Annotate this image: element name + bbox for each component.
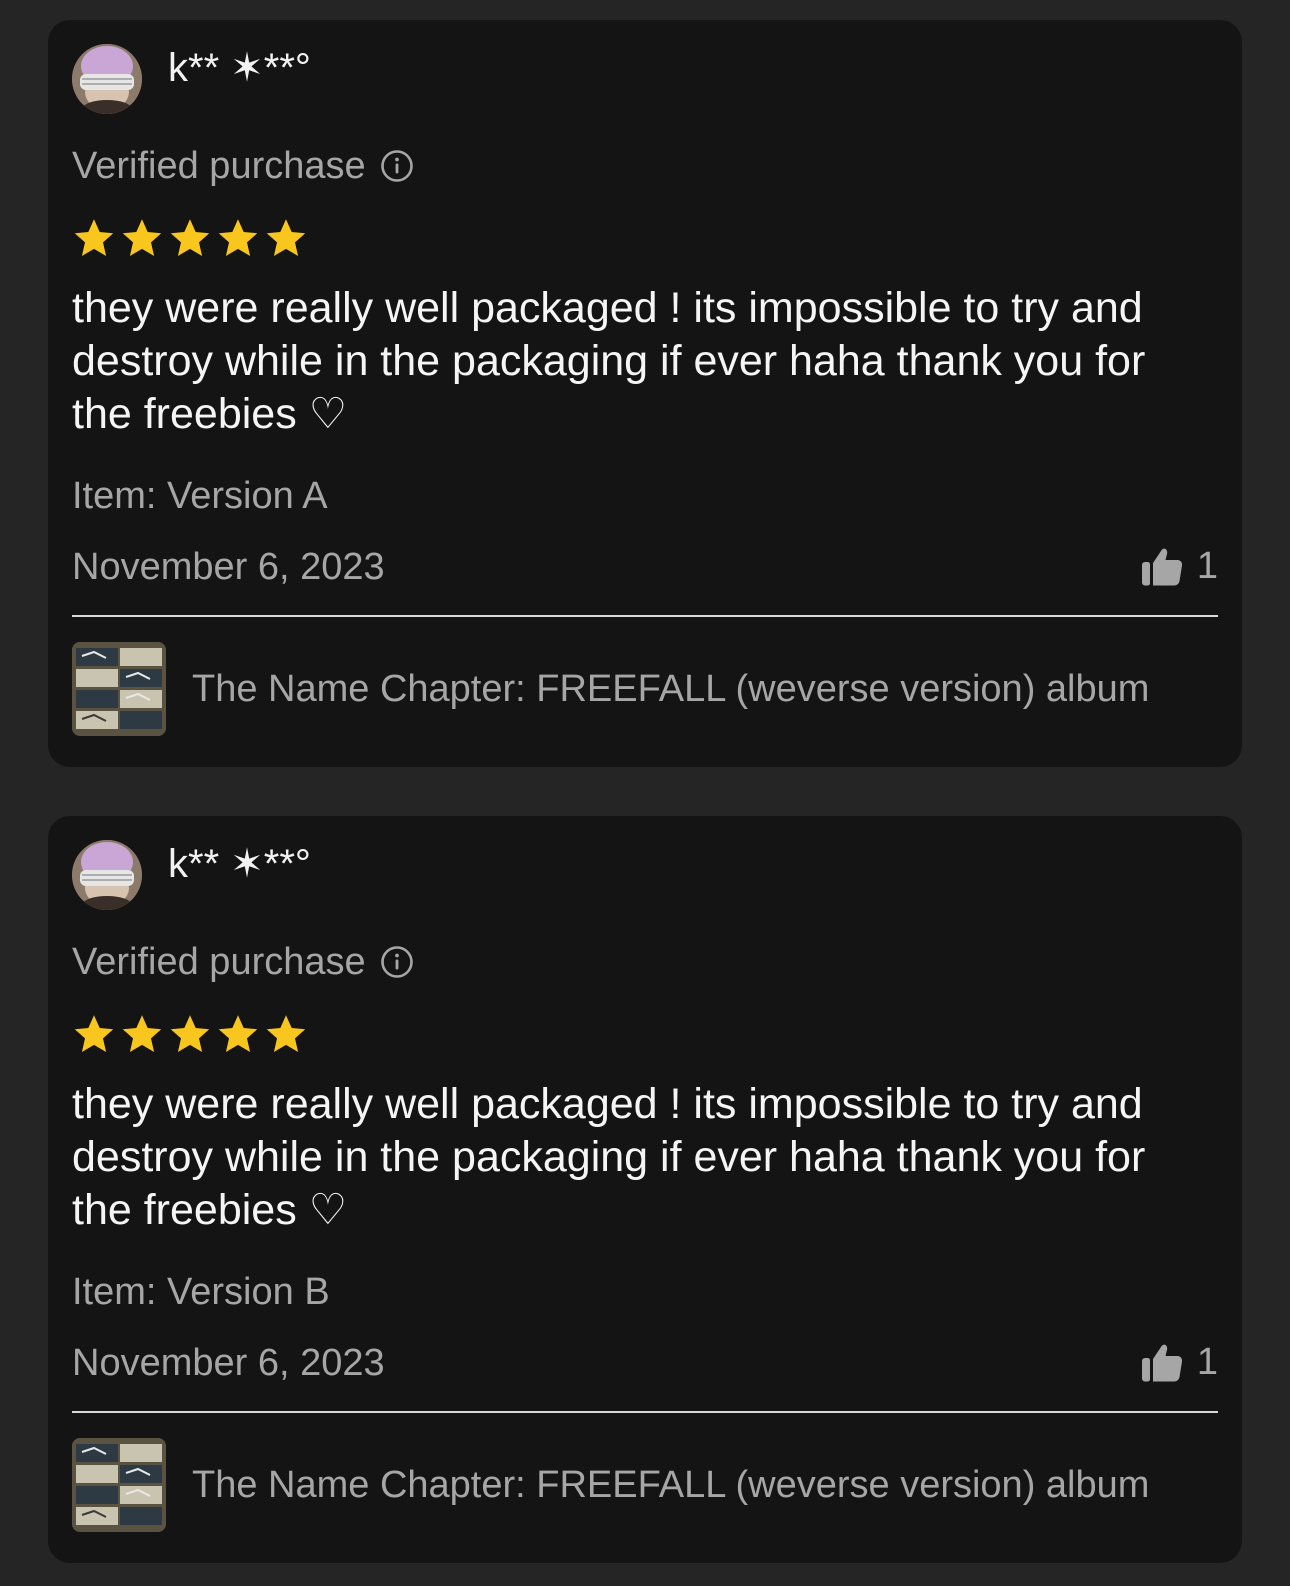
info-circle-icon[interactable] (380, 149, 414, 183)
review-card: k** ✶**° Verified purchase they were rea… (48, 816, 1242, 1563)
review-date: November 6, 2023 (72, 546, 385, 588)
verified-purchase-label: Verified purchase (72, 941, 366, 983)
star-icon (74, 219, 114, 256)
star-icon (170, 1015, 210, 1052)
product-title: The Name Chapter: FREEFALL (weverse vers… (192, 668, 1150, 710)
item-variant: Item: Version A (72, 475, 328, 517)
star-rating (72, 216, 308, 260)
divider (72, 1411, 1218, 1413)
item-variant: Item: Version B (72, 1271, 330, 1313)
thumbs-up-icon (1141, 548, 1182, 586)
helpful-count: 1 (1196, 1341, 1218, 1383)
star-icon (122, 219, 162, 256)
avatar[interactable] (72, 840, 142, 910)
star-icon (218, 219, 258, 256)
product-thumbnail (72, 1438, 166, 1532)
divider (72, 615, 1218, 617)
product-title: The Name Chapter: FREEFALL (weverse vers… (192, 1464, 1150, 1506)
review-date: November 6, 2023 (72, 1342, 385, 1384)
product-link[interactable]: The Name Chapter: FREEFALL (weverse vers… (72, 641, 1218, 737)
star-icon (266, 1015, 306, 1052)
star-icon (170, 219, 210, 256)
verified-purchase: Verified purchase (72, 144, 414, 188)
star-icon (122, 1015, 162, 1052)
reviewer-name: k** ✶**° (168, 842, 311, 886)
thumbs-up-icon (1141, 1344, 1182, 1382)
star-icon (218, 1015, 258, 1052)
verified-purchase: Verified purchase (72, 940, 414, 984)
helpful-count: 1 (1196, 545, 1218, 587)
avatar[interactable] (72, 44, 142, 114)
helpful-button[interactable]: 1 (1139, 540, 1218, 592)
info-circle-icon[interactable] (380, 945, 414, 979)
review-card: k** ✶**° Verified purchase they were rea… (48, 20, 1242, 767)
star-rating (72, 1012, 308, 1056)
product-thumbnail (72, 642, 166, 736)
helpful-button[interactable]: 1 (1139, 1336, 1218, 1388)
review-text: they were really well packaged ! its imp… (72, 1080, 1146, 1234)
reviewer-name: k** ✶**° (168, 46, 311, 90)
verified-purchase-label: Verified purchase (72, 145, 366, 187)
review-text: they were really well packaged ! its imp… (72, 284, 1146, 438)
product-link[interactable]: The Name Chapter: FREEFALL (weverse vers… (72, 1437, 1218, 1533)
star-icon (266, 219, 306, 256)
star-icon (74, 1015, 114, 1052)
